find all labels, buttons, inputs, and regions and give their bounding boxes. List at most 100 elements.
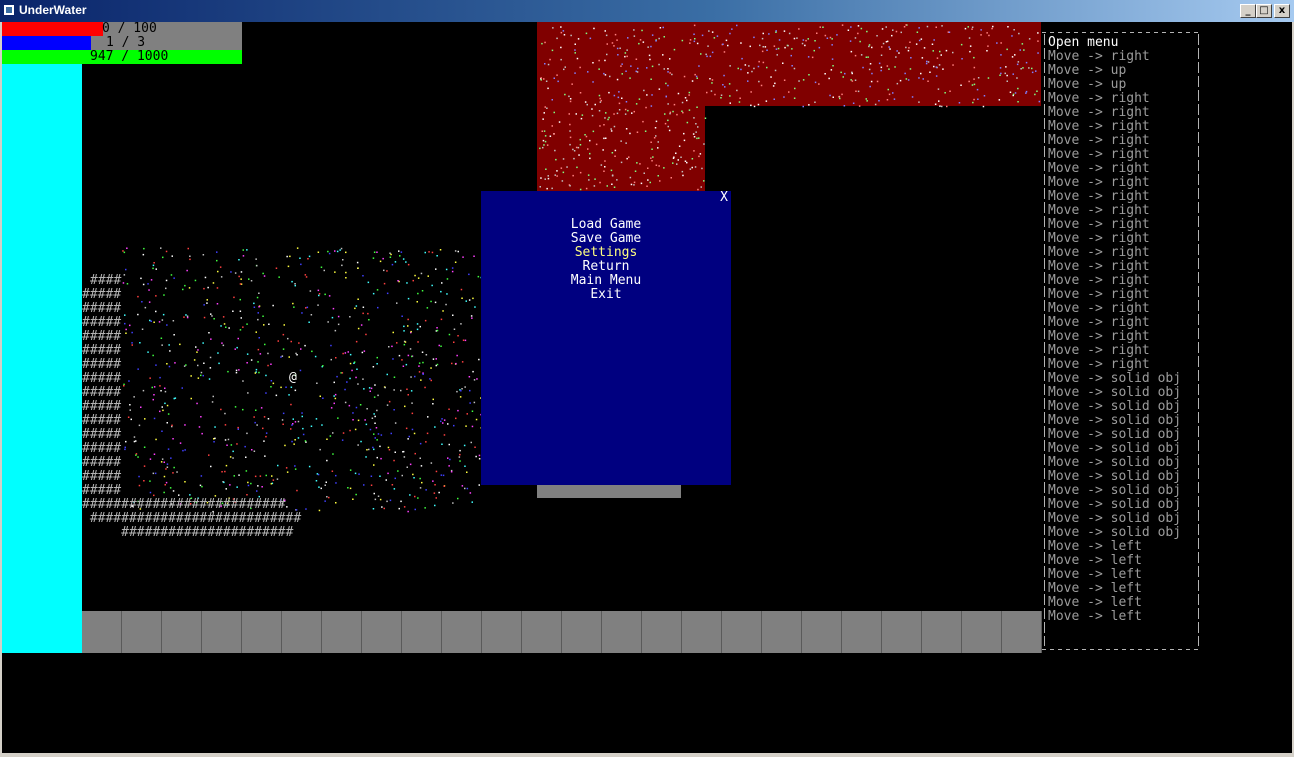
terrain-speck bbox=[381, 506, 383, 508]
terrain-speck bbox=[237, 428, 239, 430]
wall-row: ##### bbox=[82, 301, 122, 316]
close-window-button[interactable]: x bbox=[1274, 4, 1290, 18]
terrain-speck bbox=[329, 435, 332, 437]
terrain-speck bbox=[369, 390, 371, 392]
terrain-speck bbox=[193, 359, 196, 361]
terrain-speck bbox=[469, 402, 471, 404]
log-entry: Move -> left bbox=[1048, 581, 1142, 596]
terrain-speck bbox=[701, 167, 703, 170]
terrain-speck bbox=[831, 44, 833, 46]
window-titlebar: UnderWater _ □ x bbox=[0, 0, 1294, 22]
terrain-speck bbox=[645, 106, 647, 109]
minimize-button[interactable]: _ bbox=[1240, 4, 1256, 18]
menu-item-settings[interactable]: Settings bbox=[481, 246, 731, 260]
terrain-speck bbox=[453, 328, 456, 330]
terrain-speck bbox=[436, 255, 438, 257]
terrain-speck bbox=[554, 174, 556, 176]
terrain-speck bbox=[263, 416, 266, 418]
terrain-speck bbox=[280, 356, 282, 358]
terrain-speck bbox=[419, 487, 422, 489]
terrain-speck bbox=[197, 364, 199, 367]
terrain-speck bbox=[196, 351, 198, 353]
terrain-speck bbox=[224, 439, 227, 441]
terrain-speck bbox=[291, 424, 293, 426]
menu-item-exit[interactable]: Exit bbox=[481, 288, 731, 302]
terrain-speck bbox=[887, 88, 889, 91]
terrain-speck bbox=[331, 316, 334, 319]
terrain-speck bbox=[986, 50, 988, 52]
terrain-speck bbox=[379, 498, 382, 501]
terrain-speck bbox=[457, 335, 459, 337]
terrain-speck bbox=[348, 404, 351, 407]
terrain-speck bbox=[706, 91, 708, 94]
wall-row: ##### bbox=[82, 287, 122, 302]
terrain-speck bbox=[228, 327, 230, 329]
terrain-speck bbox=[625, 70, 627, 72]
terrain-speck bbox=[854, 79, 857, 81]
terrain-speck bbox=[400, 251, 403, 253]
wall-row: ##### bbox=[82, 427, 122, 442]
terrain-speck bbox=[374, 437, 376, 439]
terrain-speck bbox=[161, 344, 163, 346]
terrain-speck bbox=[1000, 54, 1002, 56]
terrain-speck bbox=[635, 58, 638, 60]
terrain-speck bbox=[798, 80, 800, 82]
maximize-button[interactable]: □ bbox=[1256, 4, 1272, 18]
terrain-speck bbox=[909, 41, 911, 43]
mana-text: 1 / 3 bbox=[106, 35, 146, 50]
terrain-speck bbox=[829, 36, 832, 39]
terrain-speck bbox=[589, 37, 592, 40]
terrain-speck bbox=[328, 496, 330, 499]
terrain-speck bbox=[960, 84, 962, 86]
terrain-speck bbox=[932, 50, 934, 52]
terrain-speck bbox=[667, 125, 669, 128]
terrain-speck bbox=[291, 440, 293, 443]
terrain-speck bbox=[361, 351, 364, 354]
terrain-speck bbox=[688, 109, 691, 111]
app-icon[interactable] bbox=[3, 4, 15, 16]
terrain-speck bbox=[723, 74, 725, 77]
terrain-speck bbox=[288, 356, 290, 358]
menu-item-load-game[interactable]: Load Game bbox=[481, 218, 731, 232]
terrain-speck bbox=[549, 135, 552, 137]
menu-item-return[interactable]: Return bbox=[481, 260, 731, 274]
terrain-speck bbox=[737, 67, 739, 70]
terrain-speck bbox=[439, 249, 442, 251]
terrain-speck bbox=[971, 28, 973, 30]
terrain-speck bbox=[377, 394, 379, 397]
menu-item-save-game[interactable]: Save Game bbox=[481, 232, 731, 246]
dialog-close-button[interactable]: X bbox=[717, 191, 731, 205]
terrain-speck bbox=[832, 65, 834, 67]
terrain-speck bbox=[206, 299, 208, 301]
log-entry: Move -> right bbox=[1048, 133, 1150, 148]
terrain-speck bbox=[987, 45, 989, 47]
terrain-speck bbox=[836, 34, 838, 36]
terrain-speck bbox=[365, 456, 367, 458]
terrain-speck bbox=[1017, 61, 1020, 63]
terrain-speck bbox=[878, 100, 880, 102]
terrain-speck bbox=[830, 69, 833, 71]
terrain-speck bbox=[250, 482, 252, 485]
terrain-speck bbox=[714, 93, 716, 96]
terrain-speck bbox=[393, 488, 396, 490]
terrain-speck bbox=[672, 110, 674, 113]
terrain-speck bbox=[555, 158, 557, 161]
terrain-speck bbox=[421, 481, 423, 484]
terrain-speck bbox=[729, 95, 731, 97]
terrain-speck bbox=[575, 113, 577, 115]
terrain-speck bbox=[868, 44, 871, 46]
terrain-speck bbox=[373, 492, 375, 495]
terrain-speck bbox=[142, 389, 145, 392]
terrain-speck bbox=[973, 66, 976, 69]
terrain-speck bbox=[560, 46, 562, 49]
menu-item-main-menu[interactable]: Main Menu bbox=[481, 274, 731, 288]
terrain-speck bbox=[474, 446, 476, 448]
terrain-speck bbox=[332, 453, 334, 455]
terrain-speck bbox=[804, 44, 806, 47]
terrain-speck bbox=[334, 397, 337, 400]
terrain-speck bbox=[775, 30, 777, 32]
game-screen[interactable]: #### ##### ##### ##### ##### ##### ##### ##### #… bbox=[2, 22, 1292, 753]
terrain-speck bbox=[971, 84, 974, 86]
terrain-speck bbox=[760, 84, 763, 87]
floor-tile bbox=[282, 611, 322, 653]
